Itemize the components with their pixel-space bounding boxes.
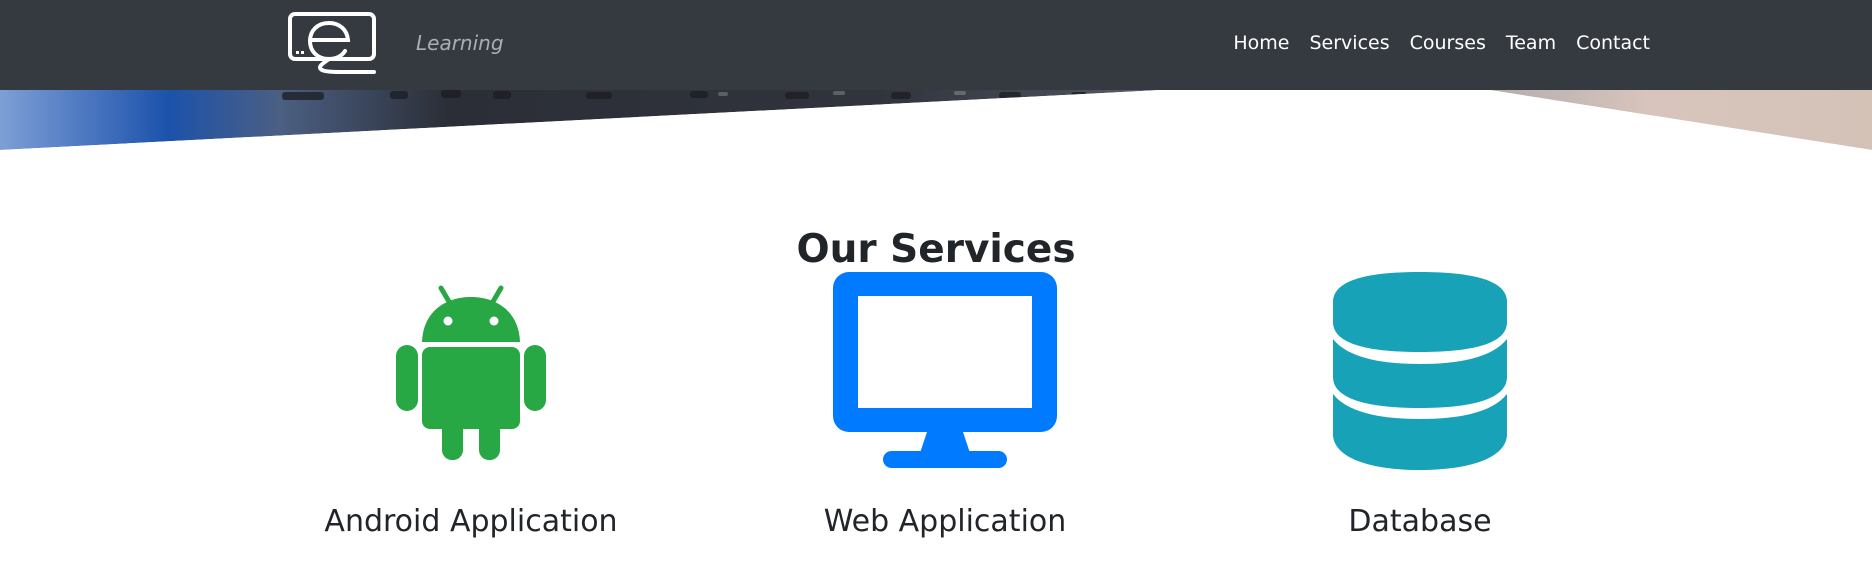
navbar: Learning Home Services Courses Team Cont… [0,0,1872,90]
service-title-web: Web Application [823,504,1067,539]
brand-tagline: Learning [416,31,504,55]
main-navigation: Home Services Courses Team Contact [1233,0,1650,86]
services-page: Learning Home Services Courses Team Cont… [0,0,1872,571]
service-title-database: Database [1348,504,1492,539]
service-card-android: Android Application [291,260,651,560]
nav-link-team[interactable]: Team [1506,33,1556,53]
database-icon [1333,272,1507,470]
nav-link-courses[interactable]: Courses [1410,33,1486,53]
e-monitor-logo-icon[interactable] [286,12,378,76]
service-title-android: Android Application [324,504,618,539]
nav-link-home[interactable]: Home [1233,33,1289,53]
service-card-database: Database [1240,260,1600,560]
nav-link-services[interactable]: Services [1310,33,1390,53]
service-card-web: Web Application [765,260,1125,560]
monitor-icon [833,272,1057,468]
nav-link-contact[interactable]: Contact [1576,33,1650,53]
android-icon [396,285,546,460]
